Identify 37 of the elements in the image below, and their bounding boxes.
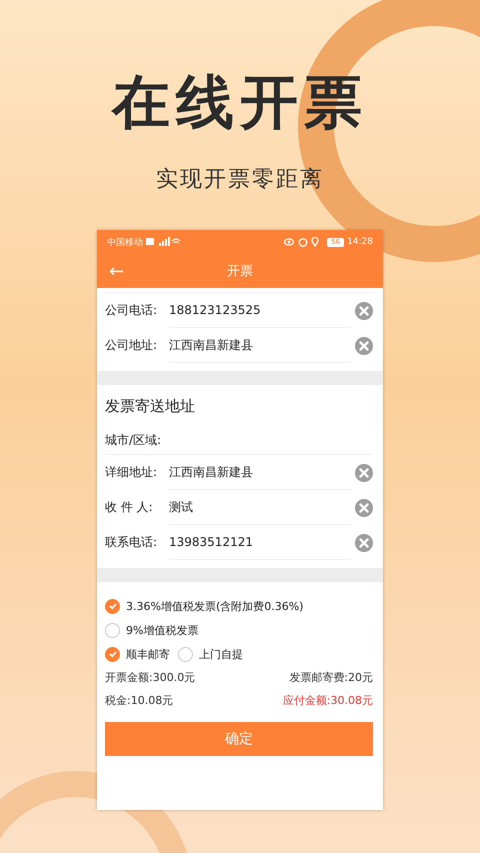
radio-button[interactable] <box>178 646 193 662</box>
clear-icon[interactable] <box>355 534 373 552</box>
clear-icon[interactable] <box>355 498 373 516</box>
amount-text: 发票邮寄费:20元 <box>288 670 373 685</box>
input-field[interactable]: 江西南昌新建县 <box>169 455 351 490</box>
amount-text: 应付金额:30.08元 <box>282 693 373 708</box>
input-field[interactable]: 江西南昌新建县 <box>169 328 351 363</box>
clear-icon[interactable] <box>355 464 373 482</box>
field-label: 公司地址: <box>105 337 158 354</box>
field-label: 城市/区域: <box>105 432 162 448</box>
option-label: 顺丰邮寄 <box>126 646 170 662</box>
field-label: 联系电话: <box>105 534 158 551</box>
field-label: 详细地址: <box>105 464 158 481</box>
check-icon <box>108 601 118 611</box>
amount-text: 税金:10.08元 <box>105 693 174 708</box>
subtitle: 实现开票零距离 <box>156 166 324 194</box>
radio-button[interactable] <box>105 622 120 638</box>
option-label: 上门自提 <box>199 646 243 662</box>
check-icon <box>108 649 118 659</box>
field-label: 收 件 人: <box>105 499 154 516</box>
field-label: 公司电话: <box>105 302 158 319</box>
radio-button[interactable] <box>105 598 120 614</box>
option-label: 3.36%增值税发票(含附加费0.36%) <box>126 598 304 614</box>
section-title: 发票寄送地址 <box>105 396 196 417</box>
clock: 14:28 <box>347 237 373 247</box>
clear-icon[interactable] <box>355 302 373 320</box>
amount-text: 开票金额:300.0元 <box>105 670 196 685</box>
headline: 在线开票 <box>112 70 368 134</box>
page-title: 开票 <box>227 263 253 280</box>
signal-icon <box>146 237 180 247</box>
option-label: 9%增值税发票 <box>126 622 198 638</box>
radio-button[interactable] <box>105 646 120 662</box>
input-field[interactable]: 测试 <box>169 490 351 525</box>
input-field[interactable]: 13983512121 <box>169 525 351 560</box>
input-field[interactable]: 188123123525 <box>169 293 351 328</box>
clear-icon[interactable] <box>355 336 373 354</box>
carrier-name: 中国移动 <box>107 236 143 248</box>
